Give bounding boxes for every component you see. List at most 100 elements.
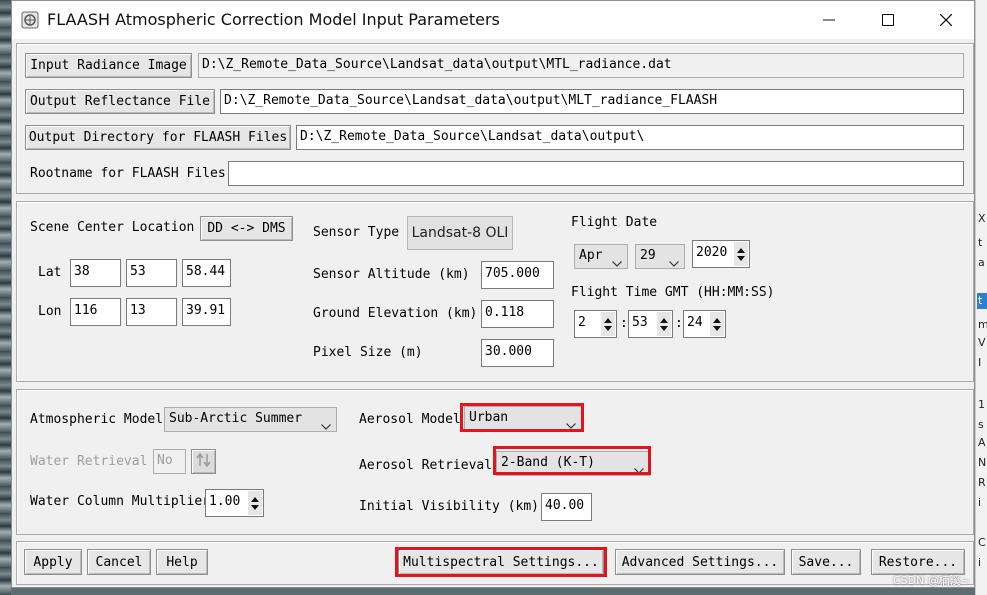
rootname-field[interactable] (228, 161, 964, 186)
initial-visibility-field[interactable]: 40.00 (541, 493, 592, 521)
time-separator: : (675, 316, 683, 331)
background-char: C (978, 536, 986, 549)
spinner-arrows-icon[interactable] (248, 491, 262, 515)
flight-second-spinner[interactable]: 24 (683, 310, 726, 338)
spinner-arrows-icon[interactable] (601, 312, 615, 336)
background-char: I (978, 356, 982, 369)
background-char: X (978, 212, 986, 225)
background-window-right: X t a t m V I 1 s A N R i C i (975, 0, 987, 595)
sensor-altitude-field[interactable]: 705.000 (481, 261, 554, 289)
chevron-down-icon (669, 253, 679, 275)
sensor-type-button[interactable]: Landsat-8 OLI (407, 216, 513, 250)
background-char: 1 (978, 398, 985, 411)
dd-dms-button[interactable]: DD <-> DMS (200, 216, 293, 241)
flight-day-dropdown[interactable]: 29 (635, 244, 685, 269)
background-char: V (978, 336, 986, 349)
aerosol-model-dropdown[interactable]: Urban (464, 406, 582, 431)
background-char: s (978, 418, 984, 431)
chevron-down-icon (566, 415, 576, 437)
lon-degrees-field[interactable]: 116 (70, 298, 121, 326)
water-retrieval-field: No (153, 449, 186, 474)
output-directory-button[interactable]: Output Directory for FLAASH Files (25, 125, 291, 150)
csdn-watermark: CSDN @楠溪~ (893, 574, 971, 587)
background-char: N (978, 456, 987, 469)
spinner-arrows-icon[interactable] (657, 312, 671, 336)
input-radiance-button[interactable]: Input Radiance Image (25, 53, 192, 78)
output-reflectance-button[interactable]: Output Reflectance File (25, 89, 215, 114)
multispectral-settings-button[interactable]: Multispectral Settings... (398, 549, 604, 575)
flight-day-value: 29 (640, 248, 656, 263)
save-button[interactable]: Save... (791, 549, 861, 575)
flight-year-value: 2020 (696, 245, 728, 260)
title-bar[interactable]: FLAASH Atmospheric Correction Model Inpu… (12, 1, 974, 39)
aerosol-model-value: Urban (469, 410, 509, 425)
desktop-background-left (0, 0, 11, 595)
background-char: A (978, 436, 986, 449)
water-retrieval-toggle (191, 449, 216, 474)
envi-app-icon (21, 11, 39, 29)
lat-label: Lat (38, 265, 62, 280)
maximize-icon (882, 14, 894, 26)
chevron-down-icon (612, 253, 622, 275)
minimize-button[interactable] (800, 1, 858, 39)
lat-seconds-field[interactable]: 58.44 (182, 259, 231, 287)
apply-button[interactable]: Apply (24, 549, 82, 575)
cancel-button[interactable]: Cancel (87, 549, 151, 575)
aerosol-retrieval-value: 2-Band (K-T) (501, 455, 595, 470)
aerosol-retrieval-dropdown[interactable]: 2-Band (K-T) (496, 451, 650, 476)
spinner-arrows-icon[interactable] (710, 312, 724, 336)
time-separator: : (620, 316, 628, 331)
background-char: m (978, 318, 987, 331)
water-column-label: Water Column Multiplier (30, 494, 211, 509)
flight-minute-value: 53 (632, 315, 648, 330)
chevron-down-icon (321, 416, 331, 438)
lon-seconds-field[interactable]: 39.91 (182, 298, 231, 326)
ground-elevation-field[interactable]: 0.118 (481, 300, 554, 328)
lon-label: Lon (38, 304, 62, 319)
flight-date-label: Flight Date (571, 215, 658, 230)
chevron-down-icon (634, 460, 644, 482)
lat-degrees-field[interactable]: 38 (70, 259, 121, 287)
flight-month-dropdown[interactable]: Apr (574, 244, 628, 269)
maximize-button[interactable] (859, 1, 917, 39)
flight-month-value: Apr (579, 248, 603, 263)
flight-hour-spinner[interactable]: 2 (574, 310, 617, 338)
background-char: i (978, 556, 982, 569)
background-char: i (978, 496, 982, 509)
atmospheric-model-label: Atmospheric Model (30, 412, 164, 427)
advanced-settings-button[interactable]: Advanced Settings... (615, 549, 785, 575)
lon-minutes-field[interactable]: 13 (126, 298, 177, 326)
background-char: R (978, 476, 986, 489)
rootname-label: Rootname for FLAASH Files (30, 166, 226, 181)
flight-minute-spinner[interactable]: 53 (628, 310, 673, 338)
initial-visibility-label: Initial Visibility (km) (359, 499, 540, 514)
help-button[interactable]: Help (156, 549, 208, 575)
aerosol-retrieval-label: Aerosol Retrieval (359, 458, 493, 473)
sensor-type-label: Sensor Type (313, 225, 400, 240)
output-reflectance-field[interactable]: D:\Z_Remote_Data_Source\Landsat_data\out… (220, 89, 964, 114)
scene-center-label: Scene Center Location (30, 220, 195, 235)
flight-time-label: Flight Time GMT (HH:MM:SS) (571, 285, 775, 300)
background-char: t (978, 294, 983, 307)
water-retrieval-label: Water Retrieval (30, 454, 148, 469)
flight-hour-value: 2 (578, 315, 586, 330)
pixel-size-field[interactable]: 30.000 (481, 339, 554, 367)
water-column-spinner[interactable]: 1.00 (205, 489, 264, 517)
flaash-dialog: FLAASH Atmospheric Correction Model Inpu… (11, 0, 975, 588)
atmospheric-model-dropdown[interactable]: Sub-Arctic Summer (164, 407, 337, 432)
spinner-arrows-icon[interactable] (734, 242, 748, 266)
input-radiance-field[interactable]: D:\Z_Remote_Data_Source\Landsat_data\out… (198, 53, 964, 78)
output-directory-field[interactable]: D:\Z_Remote_Data_Source\Landsat_data\out… (296, 125, 964, 150)
close-button[interactable] (917, 1, 975, 39)
window-title: FLAASH Atmospheric Correction Model Inpu… (47, 10, 500, 29)
water-column-value: 1.00 (209, 494, 241, 509)
pixel-size-label: Pixel Size (m) (313, 345, 423, 360)
flight-second-value: 24 (687, 315, 703, 330)
close-icon (940, 14, 952, 26)
aerosol-model-label: Aerosol Model (359, 412, 461, 427)
background-char: a (978, 256, 985, 269)
flight-year-spinner[interactable]: 2020 (692, 240, 750, 268)
swap-arrows-icon (195, 452, 212, 472)
ground-elevation-label: Ground Elevation (km) (313, 306, 478, 321)
lat-minutes-field[interactable]: 53 (126, 259, 177, 287)
